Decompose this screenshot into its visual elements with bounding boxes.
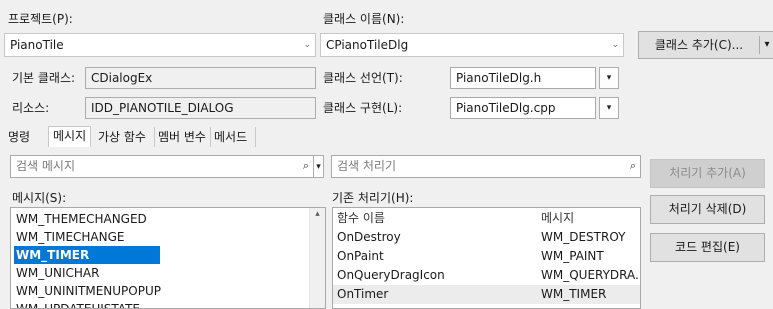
- class-impl-field[interactable]: PianoTileDlg.cpp: [450, 97, 596, 119]
- handler-search-input[interactable]: 검색 처리기 ⌕: [331, 155, 641, 178]
- handler-function-cell: OnPaint: [337, 249, 384, 263]
- class-decl-dropdown-button[interactable]: ▾: [599, 67, 619, 89]
- add-class-label: 클래스 추가(C)...: [654, 38, 744, 52]
- search-icon: ⌕: [302, 159, 309, 172]
- class-name-combo[interactable]: CPianoTileDlg ⌄: [320, 33, 624, 57]
- project-value: PianoTile: [10, 38, 64, 52]
- message-filter-dropdown-button[interactable]: ▾: [313, 155, 324, 178]
- class-impl-label: 클래스 구현(L):: [323, 101, 403, 115]
- base-class-field: CDialogEx: [85, 67, 316, 89]
- resource-field: IDD_PIANOTILE_DIALOG: [85, 97, 316, 119]
- message-search-input[interactable]: 검색 메시지 ⌕: [10, 155, 314, 178]
- class-decl-label: 클래스 선언(T):: [323, 71, 403, 85]
- split-divider: [759, 36, 760, 54]
- list-item[interactable]: WM_TIMECHANGE: [14, 228, 125, 246]
- messages-label: 메시지(S):: [12, 191, 67, 205]
- table-row-highlighted[interactable]: OnTimer WM_TIMER: [333, 285, 640, 304]
- scroll-up-icon[interactable]: ▴: [310, 209, 325, 219]
- class-name-value: CPianoTileDlg: [326, 38, 409, 52]
- search-icon: ⌕: [629, 159, 636, 172]
- chevron-down-icon: ⌄: [611, 40, 619, 50]
- handler-function-cell: OnTimer: [337, 287, 389, 301]
- tab-separator: [255, 127, 256, 147]
- list-item-selected[interactable]: WM_TIMER: [14, 246, 160, 264]
- list-item[interactable]: WM_THEMECHANGED: [14, 210, 147, 228]
- class-name-label: 클래스 이름(N):: [323, 12, 405, 26]
- tab-commands[interactable]: 명령: [4, 128, 34, 146]
- tab-virtual-functions[interactable]: 가상 함수: [94, 128, 150, 146]
- handler-search-placeholder: 검색 처리기: [337, 159, 397, 173]
- base-class-label: 기본 클래스:: [12, 71, 76, 85]
- message-search-placeholder: 검색 메시지: [16, 159, 76, 173]
- handler-function-cell: OnQueryDragIcon: [337, 268, 445, 282]
- chevron-down-icon: ⌄: [303, 40, 311, 50]
- tab-methods[interactable]: 메서드: [210, 128, 251, 146]
- add-class-button[interactable]: 클래스 추가(C)... ▾: [638, 31, 773, 59]
- class-decl-field[interactable]: PianoTileDlg.h: [450, 67, 596, 89]
- tab-messages[interactable]: 메시지: [48, 126, 92, 147]
- handlers-label: 기존 처리기(H):: [332, 191, 414, 205]
- list-item[interactable]: WM_UNINITMENUPOPUP: [14, 282, 161, 300]
- column-header-function[interactable]: 함수 이름: [337, 209, 385, 228]
- project-combo[interactable]: PianoTile ⌄: [4, 33, 316, 57]
- delete-handler-button[interactable]: 처리기 삭제(D): [650, 195, 765, 224]
- list-item[interactable]: WM_UPDATEUISTATE: [14, 300, 140, 308]
- message-list-scrollbar[interactable]: ▴: [309, 208, 325, 308]
- tab-member-variables[interactable]: 멤버 변수: [154, 128, 210, 146]
- column-header-message[interactable]: 메시지: [541, 209, 574, 228]
- table-row[interactable]: OnQueryDragIcon WM_QUERYDRA...: [333, 266, 640, 285]
- resource-label: 리소스:: [12, 101, 50, 115]
- edit-code-button[interactable]: 코드 편집(E): [650, 233, 765, 262]
- handler-message-cell: WM_PAINT: [541, 249, 604, 263]
- class-impl-dropdown-button[interactable]: ▾: [599, 97, 619, 119]
- message-list[interactable]: WM_THEMECHANGED WM_TIMECHANGE WM_TIMER W…: [10, 207, 326, 309]
- project-label: 프로젝트(P):: [8, 12, 73, 26]
- list-item[interactable]: WM_UNICHAR: [14, 264, 99, 282]
- handler-message-cell: WM_QUERYDRA...: [541, 268, 641, 282]
- add-handler-button[interactable]: 처리기 추가(A): [650, 159, 765, 188]
- handler-function-cell: OnDestroy: [337, 230, 401, 244]
- handler-grid[interactable]: 함수 이름 메시지 OnDestroy WM_DESTROY OnPaint W…: [332, 207, 641, 309]
- dropdown-arrow-icon[interactable]: ▾: [762, 32, 772, 58]
- table-row[interactable]: OnDestroy WM_DESTROY: [333, 228, 640, 247]
- handler-message-cell: WM_DESTROY: [541, 230, 626, 244]
- handler-message-cell: WM_TIMER: [541, 287, 607, 301]
- handler-grid-header: 함수 이름 메시지: [333, 209, 640, 228]
- table-row[interactable]: OnPaint WM_PAINT: [333, 247, 640, 266]
